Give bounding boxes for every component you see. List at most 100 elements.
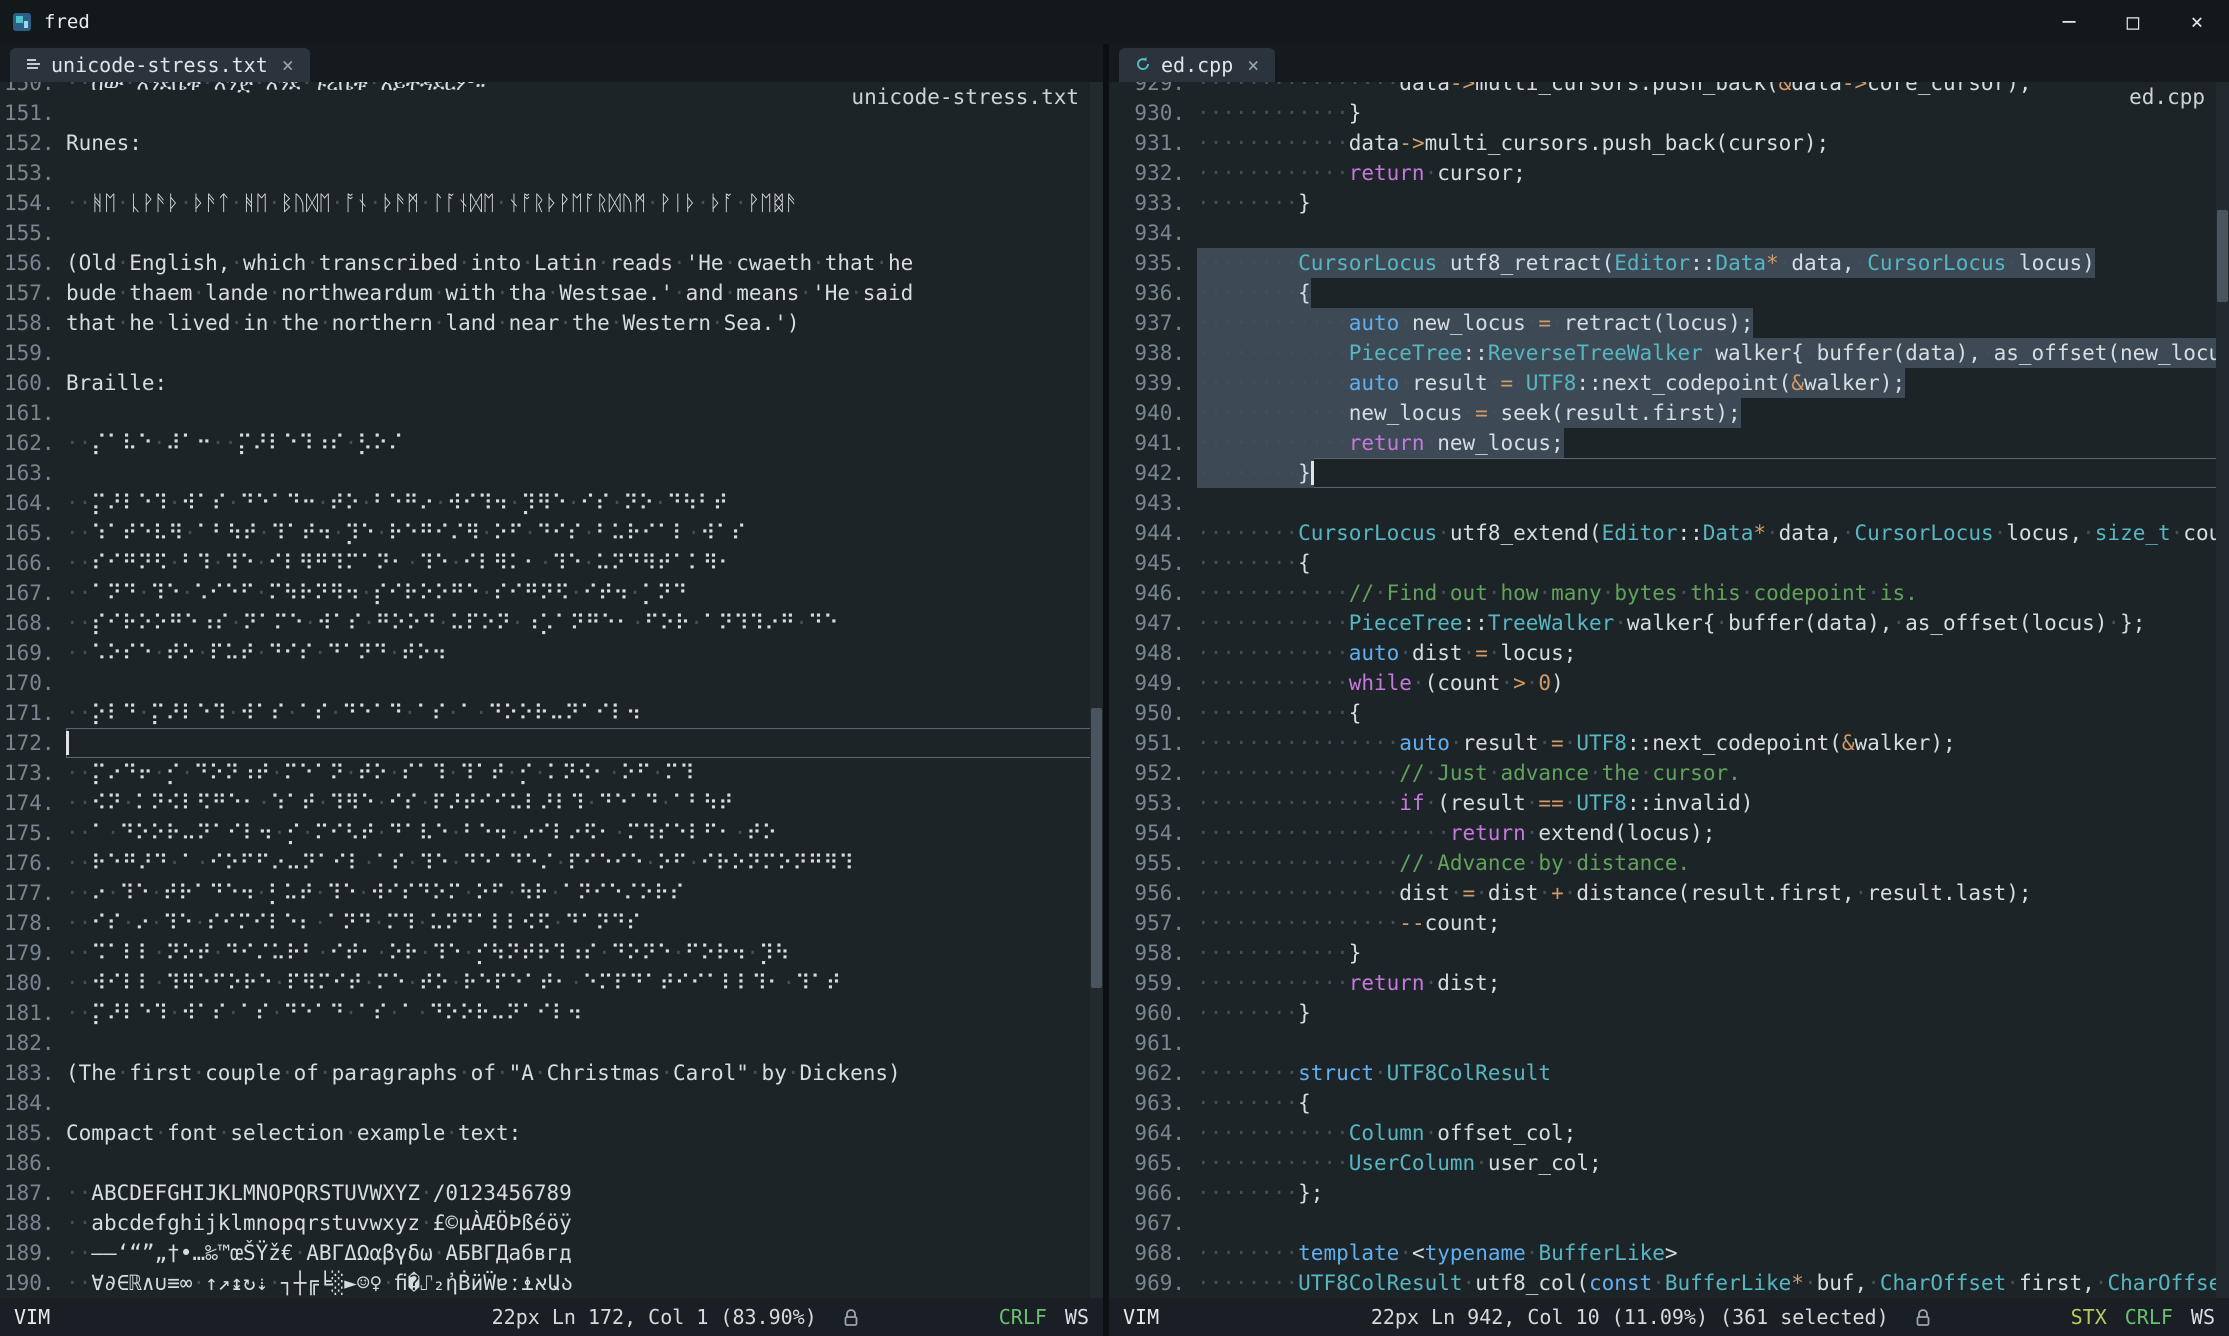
editor-line[interactable]: 156.(Old·English,·which·transcribed·into…	[4, 248, 1103, 278]
editor-line[interactable]: 936.········{	[1113, 278, 2229, 308]
editor-line[interactable]: 952.················//·Just·advance·the·…	[1113, 758, 2229, 788]
editor-line[interactable]: 177.··⠔·⠹⠑·⠞⠗⠁⠙⠑⠲·⡃⠥⠞·⠹⠑·⠺⠊⠎⠙⠕⠍·⠕⠋·⠳⠗·⠁⠝…	[4, 878, 1103, 908]
editor-line[interactable]: 963.········{	[1113, 1088, 2229, 1118]
editor-line[interactable]: 160.Braille:	[4, 368, 1103, 398]
editor-line[interactable]: 937.············auto·new_locus·=·retract…	[1113, 308, 2229, 338]
editor-line[interactable]: 165.··⠱⠁⠞⠑⠧⠻·⠁⠃⠳⠞·⠹⠁⠞⠲·⡹⠑·⠗⠑⠛⠊⠌⠻·⠕⠋·⠙⠊⠎·…	[4, 518, 1103, 548]
close-button[interactable]: ×	[2165, 0, 2229, 44]
editor-left[interactable]: 150.··ሰው·እንደቤቱ·እንጅ·እንደ·ጉረቤቱ·አይተዳደርም።151.…	[0, 82, 1103, 1298]
editor-line[interactable]: 188.··abcdefghijklmnopqrstuvwxyz·£©µÀÆÖÞ…	[4, 1208, 1103, 1238]
editor-line[interactable]: 929.················data->multi_cursors.…	[1113, 82, 2229, 98]
editor-line[interactable]: 955.················//·Advance·by·distan…	[1113, 848, 2229, 878]
lock-icon[interactable]	[843, 1308, 859, 1327]
tab-unicode-stress[interactable]: unicode-stress.txt ×	[10, 48, 310, 82]
lock-icon[interactable]	[1915, 1308, 1931, 1327]
editor-line[interactable]: 957.················--count;	[1113, 908, 2229, 938]
editor-line[interactable]: 154.··ᚻᛖ·ᚳᚹᚫᚦ·ᚦᚫᛏ·ᚻᛖ·ᛒᚢᛞᛖ·ᚩᚾ·ᚦᚫᛗ·ᛚᚪᚾᛞᛖ·ᚾ…	[4, 188, 1103, 218]
tab-close-icon[interactable]: ×	[1247, 53, 1259, 77]
scrollbar[interactable]	[2216, 82, 2229, 1298]
tab-ed-cpp[interactable]: ed.cpp ×	[1119, 48, 1275, 82]
editor-line[interactable]: 170.	[4, 668, 1103, 698]
editor-line[interactable]: 179.··⠩⠁⠇⠇·⠝⠕⠞·⠙⠊⠌⠥⠗⠃·⠊⠞⠂·⠕⠗·⠹⠑·⡊⠳⠝⠞⠗⠹⠰⠎…	[4, 938, 1103, 968]
editor-line[interactable]: 967.	[1113, 1208, 2229, 1238]
editor-line[interactable]: 155.	[4, 218, 1103, 248]
editor-line[interactable]: 158.that·he·lived·in·the·northern·land·n…	[4, 308, 1103, 338]
editor-line[interactable]: 183.(The·first·couple·of·paragraphs·of·"…	[4, 1058, 1103, 1088]
editor-line[interactable]: 190.··∀∂∈ℝ∧∪≡∞·↑↗↨↻⇣·┐┼╔╘░►☺♀·ﬁ�⑀₂ἠḂӥẄɐː…	[4, 1268, 1103, 1298]
editor-line[interactable]: 960.········}	[1113, 998, 2229, 1028]
editor-line[interactable]: 969.········UTF8ColResult·utf8_col(const…	[1113, 1268, 2229, 1298]
editor-line[interactable]: 941.············return·new_locus;	[1113, 428, 2229, 458]
maximize-button[interactable]: □	[2101, 0, 2165, 44]
scrollbar-thumb[interactable]	[1091, 708, 1102, 988]
editor-line[interactable]: 947.············PieceTree::TreeWalker·wa…	[1113, 608, 2229, 638]
editor-line[interactable]: 948.············auto·dist·=·locus;	[1113, 638, 2229, 668]
editor-line[interactable]: 946.············//·Find·out·how·many·byt…	[1113, 578, 2229, 608]
line-number: 188.	[4, 1208, 54, 1238]
window-controls: ─ □ ×	[2037, 0, 2229, 44]
editor-line[interactable]: 944.········CursorLocus·utf8_extend(Edit…	[1113, 518, 2229, 548]
editor-line[interactable]: 950.············{	[1113, 698, 2229, 728]
editor-line[interactable]: 157.bude·thaem·lande·northweardum·with·t…	[4, 278, 1103, 308]
editor-line[interactable]: 958.············}	[1113, 938, 2229, 968]
editor-line[interactable]: 953.················if·(result·==·UTF8::…	[1113, 788, 2229, 818]
editor-line[interactable]: 933.········}	[1113, 188, 2229, 218]
editor-line[interactable]: 153.	[4, 158, 1103, 188]
editor-line[interactable]: 935.········CursorLocus·utf8_retract(Edi…	[1113, 248, 2229, 278]
editor-line[interactable]: 180.··⠺⠊⠇⠇·⠹⠻⠑⠋⠕⠗⠑·⠏⠻⠍⠊⠞·⠍⠑·⠞⠕·⠗⠑⠏⠑⠁⠞⠂·⠑…	[4, 968, 1103, 998]
editor-line[interactable]: 939.············auto·result·=·UTF8::next…	[1113, 368, 2229, 398]
editor-line[interactable]: 164.··⡍⠜⠇⠑⠹·⠺⠁⠎·⠙⠑⠁⠙⠒·⠞⠕·⠃⠑⠛⠔·⠺⠊⠹⠲·⡹⠻⠑·⠊…	[4, 488, 1103, 518]
editor-line[interactable]: 161.	[4, 398, 1103, 428]
editor-line[interactable]: 168.··⡎⠊⠗⠕⠕⠛⠑⠰⠎·⠝⠁⠍⠑·⠺⠁⠎·⠛⠕⠕⠙·⠥⠏⠕⠝·⠰⡡⠁⠝⠛…	[4, 608, 1103, 638]
editor-line[interactable]: 173.··⡍⠔⠙⠖·⡊·⠙⠕⠝⠰⠞·⠍⠑⠁⠝·⠞⠕·⠎⠁⠹·⠹⠁⠞·⡊·⠅⠝⠪…	[4, 758, 1103, 788]
editor-line[interactable]: 186.	[4, 1148, 1103, 1178]
scrollbar[interactable]	[1090, 82, 1103, 1298]
editor-line[interactable]: 956.················dist·=·dist·+·distan…	[1113, 878, 2229, 908]
editor-line[interactable]: 940.············new_locus·=·seek(result.…	[1113, 398, 2229, 428]
editor-line[interactable]: 965.············UserColumn·user_col;	[1113, 1148, 2229, 1178]
editor-line[interactable]: 961.	[1113, 1028, 2229, 1058]
editor-line[interactable]: 175.··⠁·⠙⠕⠕⠗⠤⠝⠁⠊⠇⠲·⡊·⠍⠊⠣⠞·⠙⠁⠧⠑·⠃⠑⠲·⠔⠊⠇⠔⠫…	[4, 818, 1103, 848]
editor-line[interactable]: 951.················auto·result·=·UTF8::…	[1113, 728, 2229, 758]
scrollbar-thumb[interactable]	[2217, 210, 2228, 302]
editor-line[interactable]: 968.········template·<typename·BufferLik…	[1113, 1238, 2229, 1268]
editor-line[interactable]: 169.··⠡⠕⠎⠑·⠞⠕·⠏⠥⠞·⠙⠊⠎·⠙⠁⠝⠙·⠞⠕⠲	[4, 638, 1103, 668]
editor-line[interactable]: 162.··⡌⠁⠧⠑·⠼⠁⠒··⡍⠜⠇⠑⠹⠰⠎·⡣⠕⠌	[4, 428, 1103, 458]
editor-line[interactable]: 174.··⠪⠝·⠅⠝⠪⠇⠫⠛⠑⠂·⠱⠁⠞·⠹⠻⠑·⠊⠎·⠏⠜⠞⠊⠊⠥⠇⠜⠇⠹·…	[4, 788, 1103, 818]
editor-line[interactable]: 966.········};	[1113, 1178, 2229, 1208]
editor-line[interactable]: 949.············while·(count·>·0)	[1113, 668, 2229, 698]
editor-line[interactable]: 942.········}	[1113, 458, 2229, 488]
editor-line[interactable]: 932.············return·cursor;	[1113, 158, 2229, 188]
editor-line[interactable]: 954.····················return·extend(lo…	[1113, 818, 2229, 848]
minimize-button[interactable]: ─	[2037, 0, 2101, 44]
editor-line[interactable]: 171.··⡕⠇⠙·⡍⠜⠇⠑⠹·⠺⠁⠎·⠁⠎·⠙⠑⠁⠙·⠁⠎·⠁·⠙⠕⠕⠗⠤⠝⠁…	[4, 698, 1103, 728]
editor-right[interactable]: 929.················data->multi_cursors.…	[1109, 82, 2229, 1298]
editor-line[interactable]: 163.	[4, 458, 1103, 488]
tab-close-icon[interactable]: ×	[282, 53, 294, 77]
editor-line[interactable]: 962.········struct·UTF8ColResult	[1113, 1058, 2229, 1088]
statusbar-left: VIM 22px Ln 172, Col 1 (83.90%) CRLFWS	[0, 1298, 1103, 1336]
vim-mode-indicator: VIM	[14, 1305, 50, 1329]
editor-line[interactable]: 159.	[4, 338, 1103, 368]
editor-line[interactable]: 176.··⠗⠑⠛⠜⠙·⠁·⠊⠕⠋⠋⠔⠤⠝⠁⠊⠇·⠁⠎·⠹⠑·⠙⠑⠁⠙⠑⠌·⠏⠊…	[4, 848, 1103, 878]
editor-line[interactable]: 959.············return·dist;	[1113, 968, 2229, 998]
line-number: 186.	[4, 1148, 54, 1178]
editor-line[interactable]: 178.··⠊⠎·⠔·⠹⠑·⠎⠊⠍⠊⠇⠑⠆·⠁⠝⠙·⠍⠹·⠥⠝⠙⠁⠇⠇⠪⠫·⠙⠁…	[4, 908, 1103, 938]
editor-line[interactable]: 185.Compact·font·selection·example·text:	[4, 1118, 1103, 1148]
editor-line[interactable]: 189.··–—‘“”„†•…‰™œŠŸž€·ΑΒΓΔΩαβγδω·АБВГДа…	[4, 1238, 1103, 1268]
editor-line[interactable]: 172.	[4, 728, 1103, 758]
editor-line[interactable]: 166.··⠎⠊⠛⠝⠫·⠃⠹·⠹⠑·⠊⠇⠻⠛⠹⠍⠁⠝⠂·⠹⠑·⠊⠇⠻⠅⠂·⠹⠑·…	[4, 548, 1103, 578]
editor-line[interactable]: 930.············}	[1113, 98, 2229, 128]
editor-line[interactable]: 184.	[4, 1088, 1103, 1118]
editor-line[interactable]: 931.············data->multi_cursors.push…	[1113, 128, 2229, 158]
editor-line[interactable]: 938.············PieceTree::ReverseTreeWa…	[1113, 338, 2229, 368]
editor-line[interactable]: 187.··ABCDEFGHIJKLMNOPQRSTUVWXYZ·/012345…	[4, 1178, 1103, 1208]
editor-line[interactable]: 182.	[4, 1028, 1103, 1058]
editor-line[interactable]: 152.Runes:	[4, 128, 1103, 158]
editor-line[interactable]: 945.········{	[1113, 548, 2229, 578]
editor-line[interactable]: 934.	[1113, 218, 2229, 248]
editor-line[interactable]: 964.············Column·offset_col;	[1113, 1118, 2229, 1148]
editor-line[interactable]: 943.	[1113, 488, 2229, 518]
editor-line[interactable]: 167.··⠁⠝⠙·⠹⠑·⠡⠊⠑⠋·⠍⠳⠗⠝⠻⠲·⡎⠊⠗⠕⠕⠛⠑·⠎⠊⠛⠝⠫·⠊…	[4, 578, 1103, 608]
editor-line[interactable]: 181.··⡍⠜⠇⠑⠹·⠺⠁⠎·⠁⠎·⠙⠑⠁⠙·⠁⠎·⠁·⠙⠕⠕⠗⠤⠝⠁⠊⠇⠲	[4, 998, 1103, 1028]
